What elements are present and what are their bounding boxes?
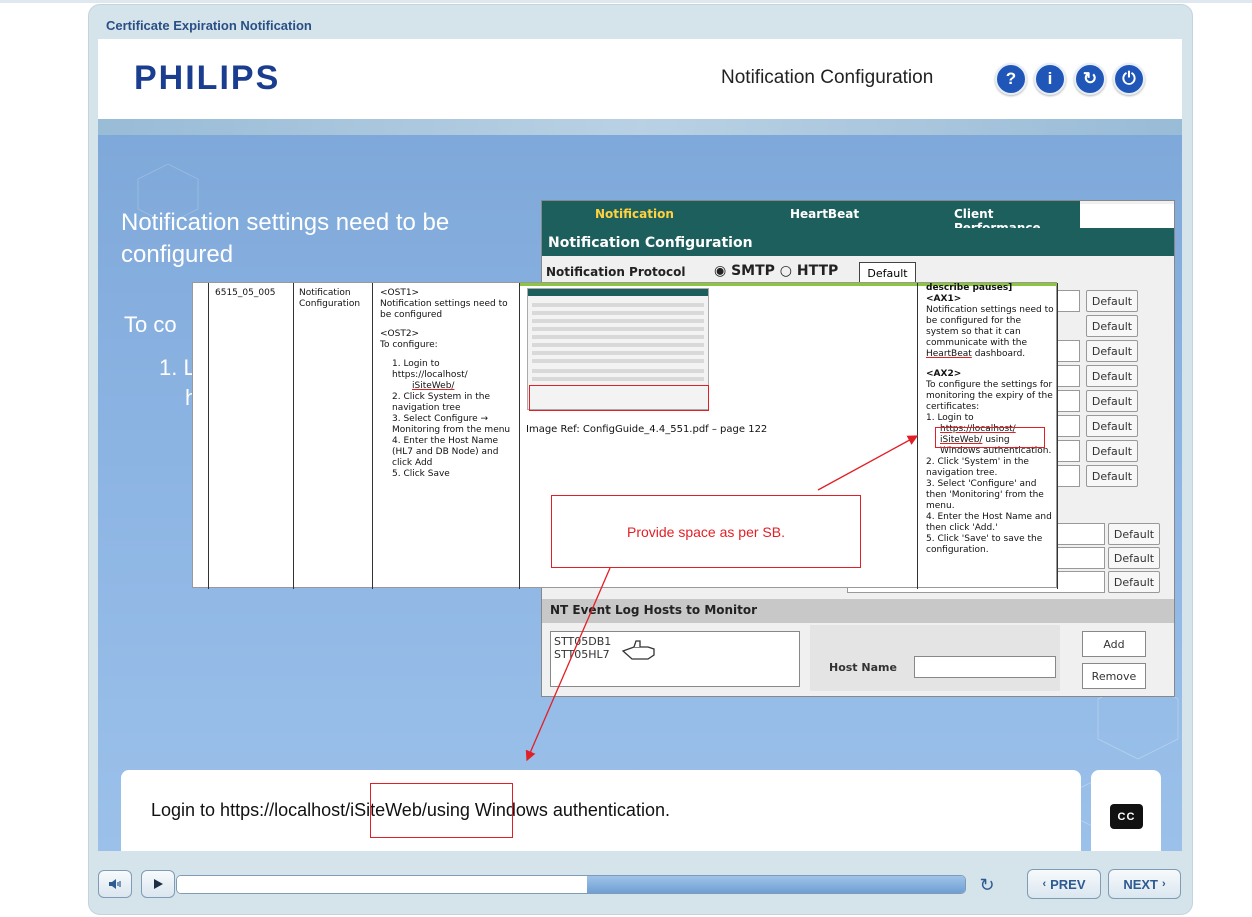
url-highlight-box: [935, 427, 1045, 448]
default-button: Default: [1108, 523, 1160, 545]
sb-ost1-tag: <OST1>: [380, 288, 420, 298]
tab-blank: [1080, 204, 1174, 228]
chevron-right-icon: ›: [1162, 878, 1166, 890]
tab-notification: Notification: [595, 207, 674, 221]
sb-ax1-end: dashboard.: [974, 349, 1026, 359]
progress-bar[interactable]: [176, 875, 966, 894]
info-button[interactable]: i: [1034, 63, 1066, 95]
sb-ax1-text: Notification settings need to be configu…: [926, 305, 1054, 348]
caption-highlight-box: [370, 783, 513, 838]
progress-remaining: [586, 876, 965, 893]
sb-ax2-step: 3. Select 'Configure' and then 'Monitori…: [926, 479, 1044, 511]
sb-screen-name: Notification Configuration: [299, 288, 361, 309]
mini-highlight-box: [529, 385, 709, 411]
add-host-button: Add: [1082, 631, 1146, 657]
nt-host-item: STT05HL7: [554, 648, 610, 661]
host-name-input: [914, 656, 1056, 678]
play-icon: [154, 879, 163, 889]
volume-button[interactable]: [98, 870, 132, 898]
sb-ax-header: describe pauses]: [926, 283, 1013, 293]
sb-ax2-step1: 1. Login to: [926, 413, 974, 423]
host-name-label: Host Name: [829, 661, 897, 674]
refresh-button[interactable]: ↻: [1074, 63, 1106, 95]
default-button: Default: [1108, 547, 1160, 569]
screenshot-heading: Notification Configuration: [542, 228, 1174, 256]
protocol-label: Notification Protocol: [546, 265, 686, 279]
nt-event-log-heading: NT Event Log Hosts to Monitor: [542, 599, 1174, 623]
sb-step: 1. Login to https://localhost/: [392, 359, 468, 380]
sb-ost2-text: To configure:: [380, 340, 438, 350]
sb-step: 3. Select Configure → Monitoring from th…: [392, 414, 511, 435]
tab-heartbeat: HeartBeat: [790, 207, 860, 221]
sb-ax2-step: 4. Enter the Host Name and then click 'A…: [926, 512, 1052, 533]
sb-ax1-tag: <AX1>: [926, 294, 962, 304]
image-reference: Image Ref: ConfigGuide_4.4_551.pdf – pag…: [526, 424, 768, 435]
screenshot-tab-bar: Notification HeartBeat Client Performanc…: [542, 201, 1080, 235]
closed-caption-button[interactable]: CC: [1110, 804, 1143, 829]
top-border: [0, 0, 1252, 3]
chevron-left-icon: ‹: [1042, 878, 1047, 890]
sb-step-link: iSiteWeb/: [412, 381, 455, 391]
default-button: Default: [1086, 365, 1138, 387]
remove-host-button: Remove: [1082, 663, 1146, 689]
sb-step: 5. Click Save: [392, 469, 450, 479]
next-button[interactable]: NEXT ›: [1108, 869, 1181, 899]
power-button[interactable]: ⏻: [1113, 63, 1145, 95]
default-button: Default: [1086, 315, 1138, 337]
sb-ost2-tag: <OST2>: [380, 329, 420, 339]
sb-steps: 1. Login to https://localhost/ iSiteWeb/…: [392, 359, 516, 480]
sb-ax2-step: 5. Click 'Save' to save the configuratio…: [926, 534, 1043, 555]
sb-step: 4. Enter the Host Name (HL7 and DB Node)…: [392, 436, 499, 468]
replay-icon[interactable]: ↻: [976, 874, 998, 896]
sb-ost1-text: Notification settings need to be configu…: [380, 299, 508, 320]
default-button: Default: [1086, 440, 1138, 462]
speaker-icon: [109, 879, 121, 889]
prev-label: PREV: [1050, 876, 1086, 892]
sb-step: 2. Click System in the navigation tree: [392, 392, 491, 413]
host-name-cell: [810, 625, 910, 691]
philips-logo: PHILIPS: [134, 59, 281, 97]
progress-played: [177, 876, 588, 893]
page-title: Notification Configuration: [721, 67, 934, 88]
hand-pointer-icon: [621, 640, 655, 660]
default-button: Default: [1086, 340, 1138, 362]
prev-button[interactable]: ‹ PREV: [1027, 869, 1101, 899]
course-title: Certificate Expiration Notification: [106, 18, 312, 33]
sb-ax1-link: HeartBeat: [926, 349, 972, 359]
next-label: NEXT: [1123, 876, 1158, 892]
slide-step-partial: 1. L: [159, 355, 196, 380]
slide-text-partial: To co: [124, 312, 177, 337]
review-note: Provide space as per SB.: [551, 495, 861, 568]
default-button: Default: [1086, 415, 1138, 437]
sb-ax2-text: To configure the settings for monitoring…: [926, 380, 1053, 412]
default-button: Default: [1086, 465, 1138, 487]
protocol-radio: ◉ SMTP ○ HTTP: [714, 263, 839, 279]
help-button[interactable]: ?: [995, 63, 1027, 95]
nt-host-item: STT05DB1: [554, 635, 612, 648]
default-button: Default: [1108, 571, 1160, 593]
sb-ax2-tag: <AX2>: [926, 369, 962, 379]
sb-ax2-step: 2. Click 'System' in the navigation tree…: [926, 457, 1029, 478]
sb-id: 6515_05_005: [215, 288, 276, 298]
default-button: Default: [1086, 290, 1138, 312]
nt-host-list: STT05DB1 STT05HL7: [550, 631, 800, 687]
sb-ax-column: describe pauses] <AX1> Notification sett…: [926, 283, 1054, 556]
slide-title: Notification settings need to be configu…: [121, 209, 450, 268]
default-button: Default: [1086, 390, 1138, 412]
play-button[interactable]: [141, 870, 175, 898]
protocol-default-button: Default: [859, 262, 916, 284]
sb-ost-column: <OST1> Notification settings need to be …: [380, 288, 516, 480]
